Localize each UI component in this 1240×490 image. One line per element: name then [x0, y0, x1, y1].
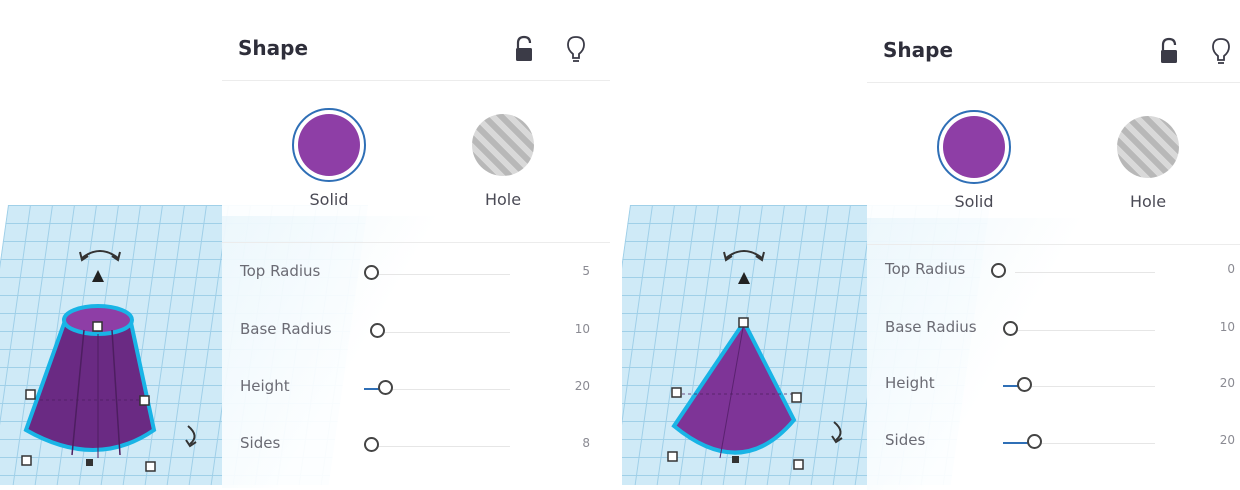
solid-swatch[interactable] [298, 114, 360, 176]
panel-title: Shape [238, 36, 309, 60]
resize-handle[interactable] [21, 455, 32, 466]
slider-track[interactable] [370, 332, 510, 333]
solid-option[interactable]: Solid [919, 110, 1029, 211]
param-value[interactable]: 20 [1220, 376, 1235, 390]
slider-track[interactable] [1015, 386, 1155, 387]
height-arrow-icon[interactable] [92, 270, 104, 282]
slider-track[interactable] [370, 446, 510, 447]
rotate-handle-icon[interactable] [723, 250, 765, 262]
rotate-side-icon[interactable] [185, 425, 197, 448]
resize-handle[interactable] [791, 392, 802, 403]
lightbulb-icon[interactable] [1209, 36, 1233, 66]
panel-title: Shape [883, 38, 954, 62]
param-label: Height [885, 374, 935, 392]
slider-thumb[interactable] [1017, 377, 1032, 392]
param-label: Base Radius [240, 320, 332, 338]
slider-thumb[interactable] [364, 265, 379, 280]
solid-label: Solid [309, 190, 349, 209]
shape-inspector-panel: Shape Solid Hole Top Radius 5 Base Radiu… [222, 16, 610, 488]
lock-icon[interactable] [1157, 36, 1181, 66]
param-value[interactable]: 10 [1220, 320, 1235, 334]
param-height: Height 20 [240, 377, 590, 401]
resize-handle[interactable] [145, 461, 156, 472]
panel-header: Shape [222, 16, 610, 81]
solid-option[interactable]: Solid [274, 108, 384, 209]
panel-header: Shape [867, 18, 1240, 83]
center-handle[interactable] [732, 456, 739, 463]
shape-object[interactable] [0, 230, 230, 480]
shape-inspector-panel: Shape Solid Hole Top Radius 0 Base Radiu… [867, 18, 1240, 490]
param-value[interactable]: 8 [582, 436, 590, 450]
lock-icon[interactable] [512, 34, 536, 64]
param-value[interactable]: 20 [575, 379, 590, 393]
slider-thumb[interactable] [364, 437, 379, 452]
param-label: Top Radius [240, 262, 321, 280]
divider [867, 244, 1240, 245]
param-label: Base Radius [885, 318, 977, 336]
slider-track[interactable] [370, 274, 510, 275]
hole-option[interactable]: Hole [1093, 110, 1203, 211]
hole-swatch-ring[interactable] [466, 108, 540, 182]
resize-handle[interactable] [139, 395, 150, 406]
rotate-side-icon[interactable] [831, 421, 843, 444]
param-top-radius: Top Radius 5 [240, 262, 590, 286]
divider [222, 242, 610, 243]
resize-handle[interactable] [738, 317, 749, 328]
resize-handle[interactable] [667, 451, 678, 462]
lightbulb-icon[interactable] [564, 34, 588, 64]
rotate-handle-icon[interactable] [79, 250, 121, 262]
slider-thumb[interactable] [1003, 321, 1018, 336]
hole-option[interactable]: Hole [448, 108, 558, 209]
solid-label: Solid [954, 192, 994, 211]
param-sides: Sides 8 [240, 434, 590, 458]
param-base-radius: Base Radius 10 [240, 320, 590, 344]
resize-handle[interactable] [793, 459, 804, 470]
hole-swatch[interactable] [472, 114, 534, 176]
slider-thumb[interactable] [378, 380, 393, 395]
slider-thumb[interactable] [370, 323, 385, 338]
hole-swatch-ring[interactable] [1111, 110, 1185, 184]
param-value[interactable]: 10 [575, 322, 590, 336]
editor-pane-2: Shape Solid Hole Top Radius 0 Base Radiu… [622, 0, 1240, 490]
param-value[interactable]: 20 [1220, 433, 1235, 447]
param-label: Sides [240, 434, 281, 452]
hole-label: Hole [1129, 192, 1167, 211]
center-handle[interactable] [86, 459, 93, 466]
hole-label: Hole [484, 190, 522, 209]
param-sides: Sides 20 [885, 431, 1235, 455]
shape-object[interactable] [622, 230, 852, 480]
slider-thumb[interactable] [991, 263, 1006, 278]
solid-swatch-ring[interactable] [292, 108, 366, 182]
height-arrow-icon[interactable] [738, 272, 750, 284]
param-top-radius: Top Radius 0 [885, 260, 1235, 284]
resize-handle[interactable] [92, 321, 103, 332]
param-base-radius: Base Radius 10 [885, 318, 1235, 342]
hole-swatch[interactable] [1117, 116, 1179, 178]
param-value[interactable]: 0 [1227, 262, 1235, 276]
param-label: Sides [885, 431, 926, 449]
resize-handle[interactable] [671, 387, 682, 398]
param-label: Height [240, 377, 290, 395]
param-label: Top Radius [885, 260, 966, 278]
solid-swatch[interactable] [943, 116, 1005, 178]
param-value[interactable]: 5 [582, 264, 590, 278]
cone-shape[interactable] [622, 230, 852, 480]
slider-thumb[interactable] [1027, 434, 1042, 449]
editor-pane-1: Shape Solid Hole Top Radius 5 Base Radiu… [0, 0, 620, 490]
param-height: Height 20 [885, 374, 1235, 398]
truncated-cone-shape[interactable] [0, 230, 230, 480]
slider-fill [1003, 442, 1029, 444]
resize-handle[interactable] [25, 389, 36, 400]
solid-swatch-ring[interactable] [937, 110, 1011, 184]
slider-track[interactable] [1015, 330, 1155, 331]
slider-track[interactable] [1015, 272, 1155, 273]
